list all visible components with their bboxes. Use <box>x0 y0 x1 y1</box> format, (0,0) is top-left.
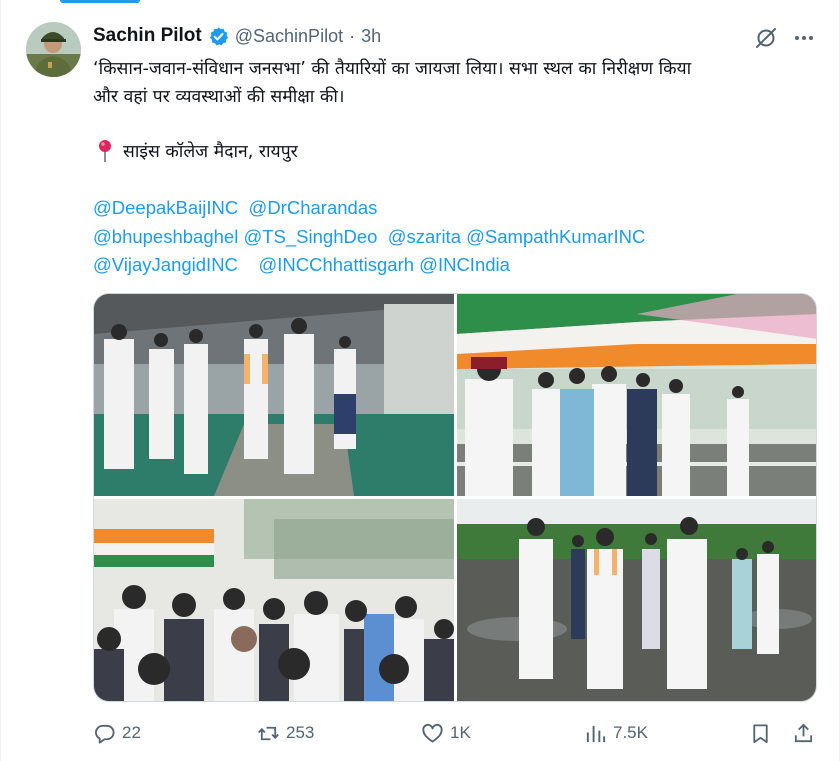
mentions-line-1: @DeepakBaijINC @DrCharandas <box>93 194 645 223</box>
top-accent-bar <box>60 0 140 3</box>
round-pushpin-icon <box>99 140 111 162</box>
mentions-line-2: @bhupeshbaghel @TS_SinghDeo @szarita @Sa… <box>93 223 645 252</box>
mention-link[interactable]: @INCChhattisgarh <box>258 254 414 275</box>
repost-button[interactable]: 253 <box>257 718 314 748</box>
mention-link[interactable]: @VijayJangidINC <box>93 254 238 275</box>
mention-link[interactable]: @szarita <box>388 226 461 247</box>
mention-link[interactable]: @DeepakBaijINC <box>93 197 238 218</box>
reply-count: 22 <box>122 723 141 742</box>
like-count: 1K <box>450 723 471 742</box>
tweet-photo[interactable] <box>94 499 454 701</box>
reply-button[interactable]: 22 <box>93 718 141 748</box>
tweet-header: Sachin Pilot @SachinPilot · 3h <box>93 24 381 48</box>
views-button[interactable]: 7.5K <box>584 718 648 748</box>
verified-badge-icon <box>209 26 228 45</box>
tweet-photo[interactable] <box>94 294 454 496</box>
share-icon <box>794 723 813 742</box>
avatar[interactable] <box>26 22 81 77</box>
bookmark-button[interactable] <box>749 718 772 748</box>
mention-link[interactable]: @SampathKumarINC <box>466 226 645 247</box>
tweet-text-line: और वहां पर व्यवस्थाओं की समीक्षा की। <box>93 87 345 107</box>
author-handle[interactable]: @SachinPilot <box>235 26 343 47</box>
mentions-line-3: @VijayJangidINC @INCChhattisgarh @INCInd… <box>93 251 645 280</box>
tweet-photo[interactable] <box>457 499 816 701</box>
grok-icon[interactable] <box>754 26 778 50</box>
author-name[interactable]: Sachin Pilot <box>93 25 202 47</box>
tweet-action-bar: 22 253 1K 7.5K <box>93 718 818 748</box>
mention-link[interactable]: @INCIndia <box>419 254 510 275</box>
header-separator: · <box>349 25 356 46</box>
tweet-text: ‘किसान-जवान-संविधान जनसभा’ की तैयारियों … <box>93 55 813 111</box>
location-text: साइंस कॉलेज मैदान, रायपुर <box>123 142 298 162</box>
tweet-timestamp[interactable]: 3h <box>361 26 381 47</box>
repost-count: 253 <box>286 723 315 742</box>
mention-link[interactable]: @TS_SinghDeo <box>243 226 377 247</box>
like-button[interactable]: 1K <box>421 718 471 748</box>
repost-icon <box>258 726 279 740</box>
share-button[interactable] <box>792 718 815 748</box>
views-icon <box>586 725 606 742</box>
more-icon[interactable] <box>790 26 818 50</box>
heart-icon <box>422 723 443 743</box>
mentions-block: @DeepakBaijINC @DrCharandas @bhupeshbagh… <box>93 194 645 280</box>
tweet-photo[interactable] <box>457 294 816 496</box>
tweet-location-line: साइंस कॉलेज मैदान, रायपुर <box>96 139 298 163</box>
views-count: 7.5K <box>613 723 648 742</box>
mention-link[interactable]: @DrCharandas <box>249 197 378 218</box>
reply-icon <box>94 724 115 744</box>
tweet-text-line: ‘किसान-जवान-संविधान जनसभा’ की तैयारियों … <box>93 59 692 79</box>
bookmark-icon <box>753 723 768 743</box>
mention-link[interactable]: @bhupeshbaghel <box>93 226 238 247</box>
media-grid <box>93 293 817 702</box>
timeline-left-border <box>0 0 1 761</box>
